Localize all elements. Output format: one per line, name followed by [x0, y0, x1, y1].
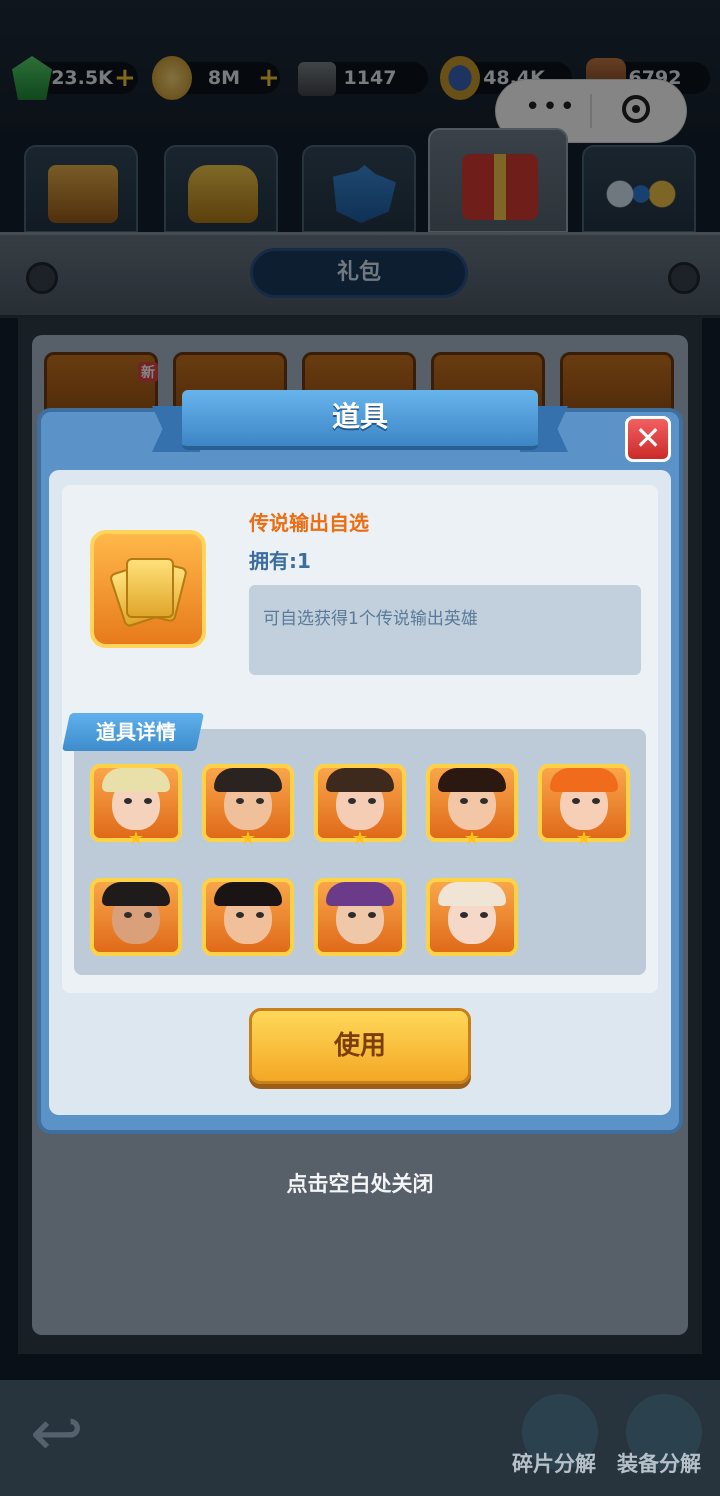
hero-eye	[124, 912, 132, 918]
use-button[interactable]: 使用	[249, 1008, 471, 1084]
hero-eye	[124, 798, 132, 804]
hero-hair	[326, 768, 394, 792]
hero-eye	[480, 798, 488, 804]
close-hint: 点击空白处关闭	[286, 1172, 434, 1196]
golden-card-stack-icon	[108, 556, 189, 629]
star-icon: ★	[575, 828, 593, 849]
star-icon: ★	[239, 828, 257, 849]
hero-eye	[348, 798, 356, 804]
hero-portrait[interactable]	[426, 878, 518, 956]
equipment-decompose-label: 装备分解	[617, 1452, 701, 1476]
hero-eye	[236, 798, 244, 804]
hero-hair	[102, 882, 170, 906]
fragment-decompose-label: 碎片分解	[512, 1452, 596, 1476]
hero-hair	[214, 882, 282, 906]
hero-eye	[144, 798, 152, 804]
hero-eye	[592, 798, 600, 804]
hero-portrait[interactable]	[90, 878, 182, 956]
star-icon: ★	[463, 828, 481, 849]
hero-hair	[102, 768, 170, 792]
owned-count: 拥有:1	[249, 549, 311, 573]
hero-eye	[480, 912, 488, 918]
hero-hair	[438, 882, 506, 906]
bottom-bar	[0, 1380, 720, 1496]
hero-eye	[460, 798, 468, 804]
hero-hair	[550, 768, 618, 792]
details-label: 道具详情	[96, 720, 176, 744]
star-icon: ★	[351, 828, 369, 849]
close-button[interactable]: ✕	[625, 416, 671, 462]
hero-eye	[460, 912, 468, 918]
item-name: 传说输出自选	[249, 511, 369, 535]
item-description: 可自选获得1个传说输出英雄	[263, 609, 478, 629]
item-icon	[90, 530, 206, 648]
hero-eye	[348, 912, 356, 918]
details-tab: 道具详情	[61, 713, 212, 751]
hero-hair	[438, 768, 506, 792]
dialog-title: 道具	[331, 400, 388, 433]
star-icon: ★	[127, 828, 145, 849]
hero-eye	[236, 912, 244, 918]
hero-hair	[326, 882, 394, 906]
hero-eye	[572, 798, 580, 804]
back-arrow-icon[interactable]: ↩	[30, 1402, 100, 1466]
description-box	[249, 585, 641, 675]
hero-eye	[144, 912, 152, 918]
hero-hair	[214, 768, 282, 792]
dialog-ribbon: 道具	[152, 390, 568, 456]
hero-eye	[368, 912, 376, 918]
hero-eye	[256, 798, 264, 804]
hero-portrait[interactable]	[314, 878, 406, 956]
hero-portrait[interactable]	[202, 878, 294, 956]
hero-eye	[256, 912, 264, 918]
hero-eye	[368, 798, 376, 804]
